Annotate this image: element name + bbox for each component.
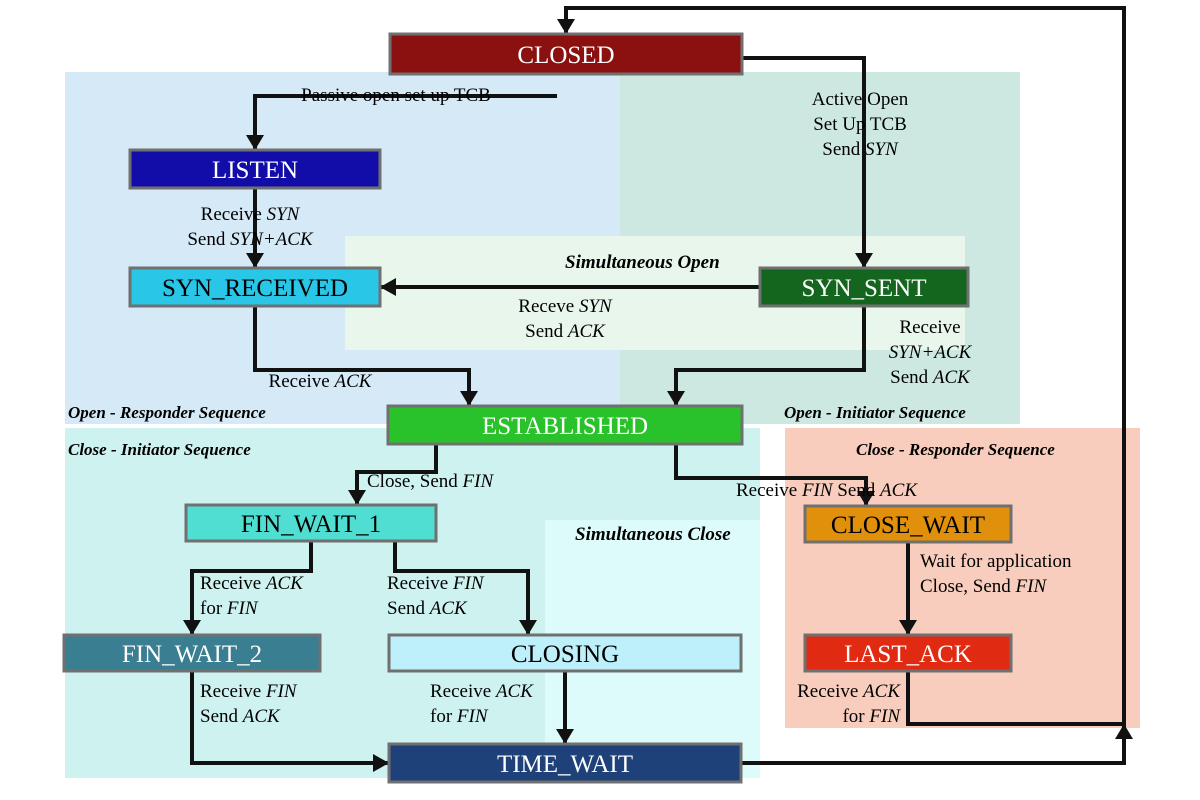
edge-label-active-open: Active Open Set Up TCB Send SYN (812, 89, 909, 160)
edge-label-synrcvd-to-established: Receive ACK (269, 371, 373, 392)
state-label-listen: LISTEN (212, 157, 298, 184)
svg-text:Send ACK: Send ACK (387, 598, 468, 619)
state-last-ack[interactable]: LAST_ACK (803, 633, 1013, 673)
state-closing[interactable]: CLOSING (387, 633, 743, 673)
edge-label-established-to-finwait1: Close, Send FIN (367, 471, 494, 492)
tcp-state-diagram: Open - Responder Sequence Open - Initiato… (0, 0, 1200, 800)
diagram-canvas: Open - Responder Sequence Open - Initiato… (62, 6, 1140, 784)
svg-text:Active Open: Active Open (812, 89, 909, 110)
state-syn-sent[interactable]: SYN_SENT (758, 266, 970, 308)
svg-text:Receve SYN: Receve SYN (518, 296, 613, 317)
region-label-close-initiator: Close - Initiator Sequence (68, 440, 251, 459)
state-label-time-wait: TIME_WAIT (497, 751, 633, 778)
svg-text:Wait for application: Wait for application (920, 551, 1072, 572)
state-established[interactable]: ESTABLISHED (386, 404, 744, 446)
region-label-close-responder: Close - Responder Sequence (856, 440, 1055, 459)
region-label-simultaneous-open: Simultaneous Open (565, 252, 720, 273)
svg-text:Send SYN+ACK: Send SYN+ACK (187, 229, 314, 250)
state-label-closed: CLOSED (517, 42, 614, 69)
state-label-fin-wait-1: FIN_WAIT_1 (241, 511, 381, 538)
svg-text:Send SYN: Send SYN (822, 139, 899, 160)
svg-text:Receive ACK: Receive ACK (200, 573, 304, 594)
svg-text:Receive ACK: Receive ACK (269, 371, 373, 392)
svg-text:for FIN: for FIN (430, 706, 489, 727)
region-label-simultaneous-close: Simultaneous Close (575, 524, 731, 545)
svg-text:Receive FIN Send ACK: Receive FIN Send ACK (736, 480, 918, 501)
arrowhead-timewait-to-closed (557, 19, 575, 34)
region-label-open-initiator: Open - Initiator Sequence (784, 403, 966, 422)
state-fin-wait-2[interactable]: FIN_WAIT_2 (62, 633, 322, 673)
svg-text:Send ACK: Send ACK (200, 706, 281, 727)
svg-text:Send ACK: Send ACK (525, 321, 606, 342)
svg-text:Receive FIN: Receive FIN (200, 681, 298, 702)
svg-text:Set Up TCB: Set Up TCB (813, 114, 907, 135)
svg-text:Close, Send FIN: Close, Send FIN (367, 471, 494, 492)
state-label-closing: CLOSING (511, 641, 619, 668)
state-time-wait[interactable]: TIME_WAIT (387, 742, 743, 784)
state-label-last-ack: LAST_ACK (844, 641, 972, 668)
svg-text:for FIN: for FIN (200, 598, 259, 619)
state-close-wait[interactable]: CLOSE_WAIT (803, 504, 1013, 544)
edge-label-passive-open: Passive open set up TCB (301, 85, 491, 106)
svg-text:Receive FIN: Receive FIN (387, 573, 485, 594)
svg-text:for FIN: for FIN (842, 706, 901, 727)
state-listen[interactable]: LISTEN (128, 148, 382, 190)
state-label-close-wait: CLOSE_WAIT (831, 512, 985, 539)
region-label-open-responder: Open - Responder Sequence (68, 403, 266, 422)
state-label-established: ESTABLISHED (482, 413, 648, 440)
state-fin-wait-1[interactable]: FIN_WAIT_1 (184, 503, 438, 543)
svg-text:Passive open set up TCB: Passive open set up TCB (301, 85, 491, 106)
svg-text:Receive SYN: Receive SYN (201, 204, 301, 225)
state-closed[interactable]: CLOSED (388, 32, 744, 76)
svg-text:Receive ACK: Receive ACK (430, 681, 534, 702)
state-label-syn-received: SYN_RECEIVED (162, 275, 348, 302)
edge-label-synsent-to-established: Receive SYN+ACK Send ACK (889, 317, 973, 388)
svg-text:Receive ACK: Receive ACK (797, 681, 901, 702)
svg-text:Close, Send FIN: Close, Send FIN (920, 576, 1047, 597)
edge-label-established-to-closewait: Receive FIN Send ACK (736, 480, 918, 501)
state-syn-received[interactable]: SYN_RECEIVED (128, 266, 382, 308)
svg-text:Receive: Receive (899, 317, 960, 338)
svg-text:SYN+ACK: SYN+ACK (889, 342, 973, 363)
state-label-syn-sent: SYN_SENT (801, 275, 926, 302)
svg-text:Send ACK: Send ACK (890, 367, 971, 388)
state-label-fin-wait-2: FIN_WAIT_2 (122, 641, 262, 668)
